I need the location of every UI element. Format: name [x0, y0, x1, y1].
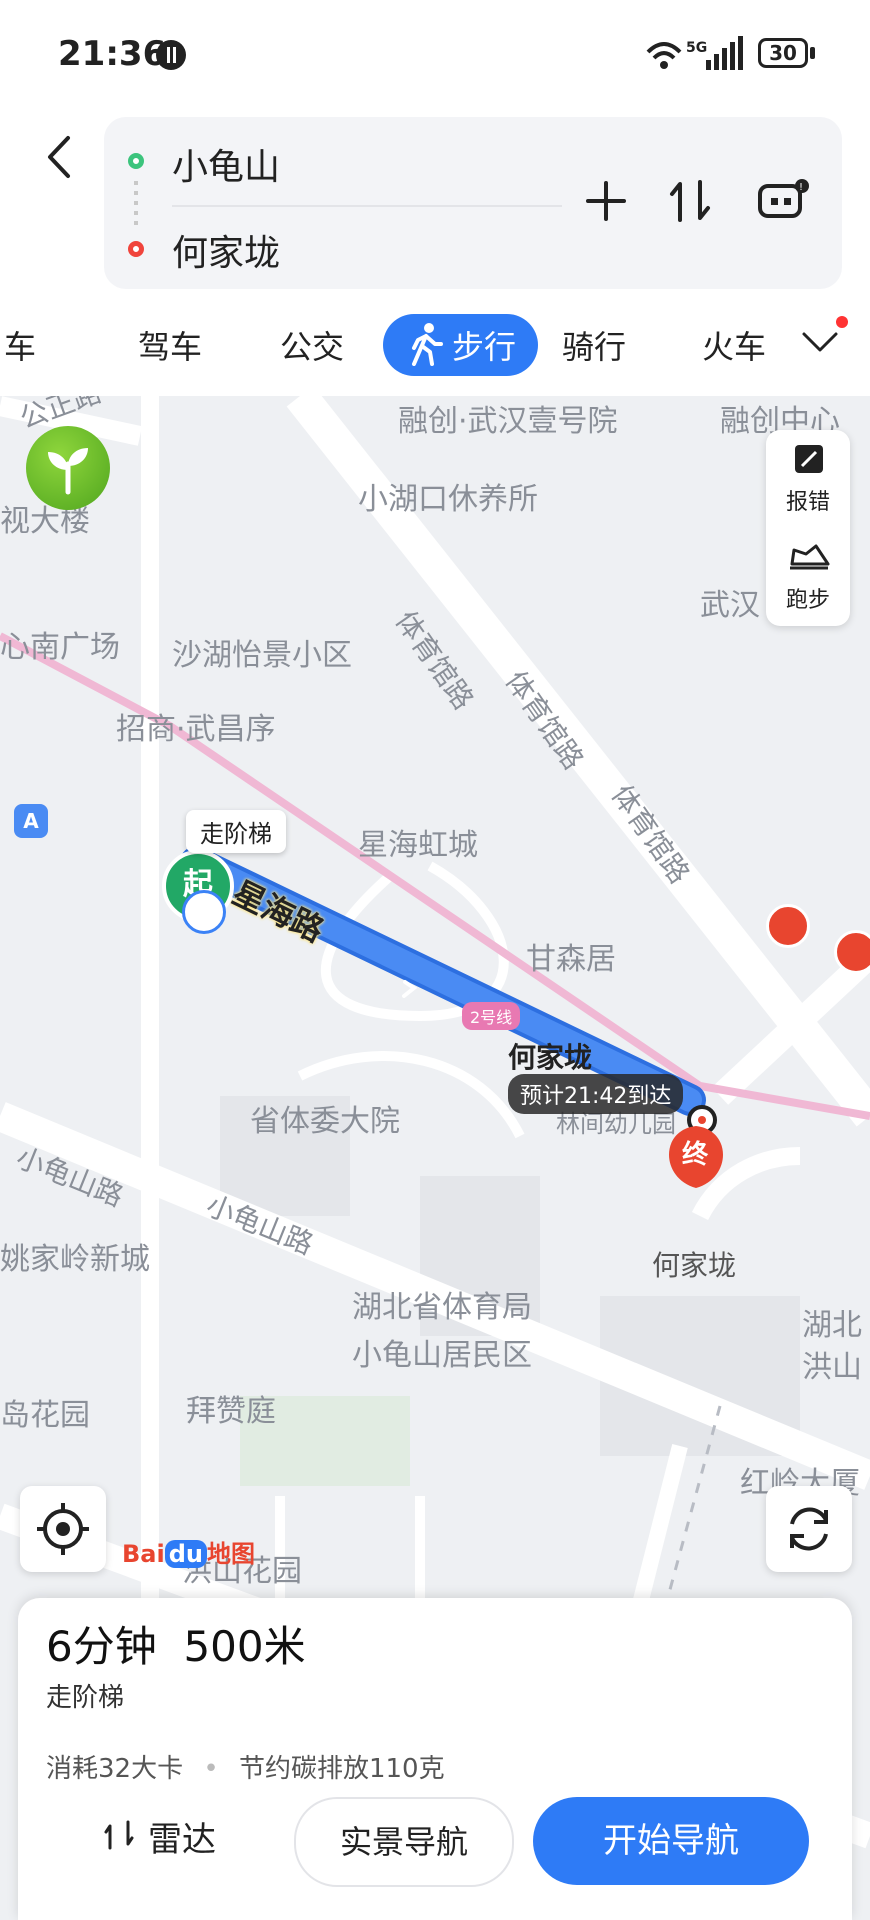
- pause-indicator-icon: [156, 40, 186, 70]
- place-label: 岛花园: [0, 1398, 90, 1433]
- metro-line-badge: 2号线: [462, 1002, 521, 1030]
- battery-indicator: 30: [758, 38, 808, 68]
- duration-distance: 500米: [183, 1622, 306, 1671]
- tab-drive[interactable]: 驾车: [138, 322, 202, 368]
- battery-tip: [810, 47, 815, 59]
- route-duration: 6分钟 500米: [46, 1613, 306, 1674]
- place-label: 甘森居: [526, 942, 616, 977]
- tab-taxi[interactable]: 车: [4, 322, 36, 368]
- eco-leaf-icon[interactable]: [26, 426, 110, 510]
- route-divider: [172, 205, 562, 207]
- place-label: 湖北: [802, 1308, 862, 1343]
- end-point-dot: [128, 241, 144, 257]
- back-arrow-icon[interactable]: [40, 132, 80, 182]
- place-label: 星海虹城: [358, 828, 478, 863]
- calories-stat: 消耗32大卡: [46, 1754, 184, 1784]
- route-subtitle: 走阶梯: [46, 1683, 125, 1713]
- swap-route-icon[interactable]: [668, 178, 712, 224]
- no-entry-icon: [766, 904, 810, 948]
- place-label: 融创·武汉壹号院: [398, 404, 618, 439]
- network-type: 5G: [686, 40, 707, 56]
- duration-time: 6分钟: [46, 1622, 157, 1671]
- svg-text:!: !: [799, 182, 803, 193]
- radar-label: 雷达: [148, 1820, 216, 1860]
- baidu-map-logo: Bai du 地图: [122, 1540, 255, 1568]
- route-dotted-connector: [134, 181, 138, 231]
- crosshair-icon: [37, 1503, 89, 1555]
- route-stats: 消耗32大卡 • 节约碳排放110克: [46, 1754, 445, 1784]
- place-label: 心南广场: [0, 630, 120, 665]
- station-label: 何家垅: [508, 1041, 593, 1074]
- escalator-icon: [182, 890, 226, 934]
- wifi-signal-icon: 5G: [646, 36, 743, 70]
- ar-navigation-button[interactable]: 实景导航: [294, 1797, 514, 1887]
- radar-button[interactable]: 雷达: [60, 1790, 260, 1880]
- travel-preference-icon[interactable]: !: [756, 178, 810, 222]
- destination-field[interactable]: 何家垅: [172, 224, 280, 276]
- carbon-stat: 节约碳排放110克: [238, 1754, 445, 1784]
- run-label[interactable]: 跑步: [768, 582, 848, 614]
- report-error-label[interactable]: 报错: [768, 484, 848, 516]
- start-navigation-button[interactable]: 开始导航: [533, 1797, 809, 1885]
- notification-dot: [836, 316, 848, 328]
- tab-walk-label: 步行: [452, 328, 517, 366]
- place-label: 省体委大院: [250, 1104, 400, 1139]
- place-label: 洪山: [802, 1350, 862, 1385]
- radar-icon: [104, 1820, 134, 1850]
- end-marker[interactable]: 终: [682, 1134, 708, 1171]
- place-label: 沙湖怡景小区: [172, 638, 352, 673]
- refresh-icon: [790, 1507, 828, 1551]
- place-label: 武汉: [700, 588, 760, 623]
- running-shoe-icon[interactable]: [788, 538, 830, 572]
- metro-exit-icon: A: [14, 804, 48, 838]
- place-label: 湖北省体育局: [352, 1290, 532, 1325]
- place-label: 姚家岭新城: [0, 1242, 150, 1277]
- report-error-icon[interactable]: [792, 442, 826, 476]
- tab-bike[interactable]: 骑行: [562, 322, 626, 368]
- locate-me-button[interactable]: [20, 1486, 106, 1572]
- start-point-dot: [128, 153, 144, 169]
- walking-person-icon: [412, 323, 443, 366]
- place-label: 小湖口休养所: [358, 482, 538, 517]
- add-waypoint-icon[interactable]: [585, 180, 627, 222]
- origin-field[interactable]: 小龟山: [172, 138, 280, 190]
- status-time: 21:36: [58, 34, 167, 74]
- tab-bus[interactable]: 公交: [280, 322, 344, 368]
- refresh-button[interactable]: [766, 1486, 852, 1572]
- end-label: 何家垅: [652, 1249, 737, 1282]
- no-entry-icon: [834, 930, 870, 974]
- tab-train[interactable]: 火车: [702, 322, 766, 368]
- eta-badge: 预计21:42到达: [508, 1074, 684, 1114]
- place-label: 招商·武昌序: [116, 712, 276, 747]
- chevron-down-icon[interactable]: [800, 328, 840, 358]
- place-label: 小龟山居民区: [352, 1338, 532, 1373]
- place-label: 拜赞庭: [186, 1394, 276, 1429]
- start-callout: 走阶梯: [186, 810, 286, 853]
